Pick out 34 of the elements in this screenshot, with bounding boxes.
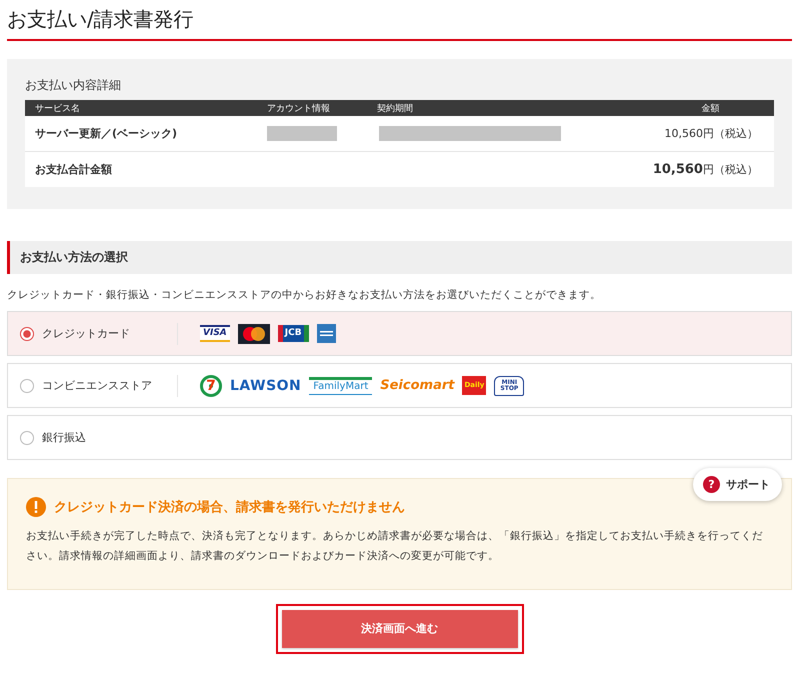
section-description: クレジットカード・銀行振込・コンビニエンスストアの中からお好きなお支払い方法をお選びいただくことができます。 (7, 288, 602, 302)
radio-button[interactable] (20, 326, 34, 340)
column-header: 金額 (700, 102, 720, 114)
store-logo: LAWSON (230, 378, 302, 392)
card-logo: JCB (278, 325, 309, 342)
support-button[interactable]: ? サポート (693, 468, 782, 501)
radio-button[interactable] (20, 378, 34, 392)
payment-option[interactable]: 銀行振込 (7, 415, 792, 460)
details-heading: お支払い内容詳細 (25, 77, 122, 94)
column-header: サービス名 (34, 102, 81, 114)
payment-option[interactable]: クレジットカード VISA JCB (7, 311, 792, 356)
section-header: お支払い方法の選択 (7, 241, 792, 274)
option-label: コンビニエンスストア (41, 378, 153, 393)
store-logo: Seicomart (380, 379, 454, 392)
circles-logo-icon (238, 324, 270, 344)
page-title: お支払い/請求書発行 (7, 0, 792, 41)
table-cell-text: 10,560円（税込） (652, 162, 759, 177)
submit-button[interactable]: 決済画面へ進む (282, 610, 518, 648)
table-cell-text: 10,560円（税込） (664, 126, 759, 141)
option-label: クレジットカード (41, 326, 131, 341)
table-cell-text: お支払合計金額 (34, 162, 113, 177)
column-header: 契約期間 (376, 102, 414, 114)
radio-button[interactable] (20, 430, 34, 444)
table-cell-text: サーバー更新／(ベーシック) (34, 126, 178, 141)
redacted-block (267, 126, 337, 141)
notice-title: クレジットカード決済の場合、請求書を発行いただけません (54, 498, 405, 516)
option-label: 銀行振込 (41, 430, 87, 445)
card-logo-icon (316, 324, 336, 343)
store-logo: 7 (200, 374, 222, 396)
warning-icon (26, 497, 46, 517)
store-logo: FamilyMart (309, 376, 372, 394)
column-header: アカウント情報 (266, 102, 331, 114)
card-logo: VISA (200, 325, 230, 342)
notice-text: お支払い手続きが完了した時点で、決済も完了となります。あらかじめ請求書が必要な場合は、「銀行振込」を指定してお支払い手続きを行ってください。請求情報の詳細画面より、請求書のダウンロードおよびカード決済への変更が可能です。 (26, 529, 764, 564)
